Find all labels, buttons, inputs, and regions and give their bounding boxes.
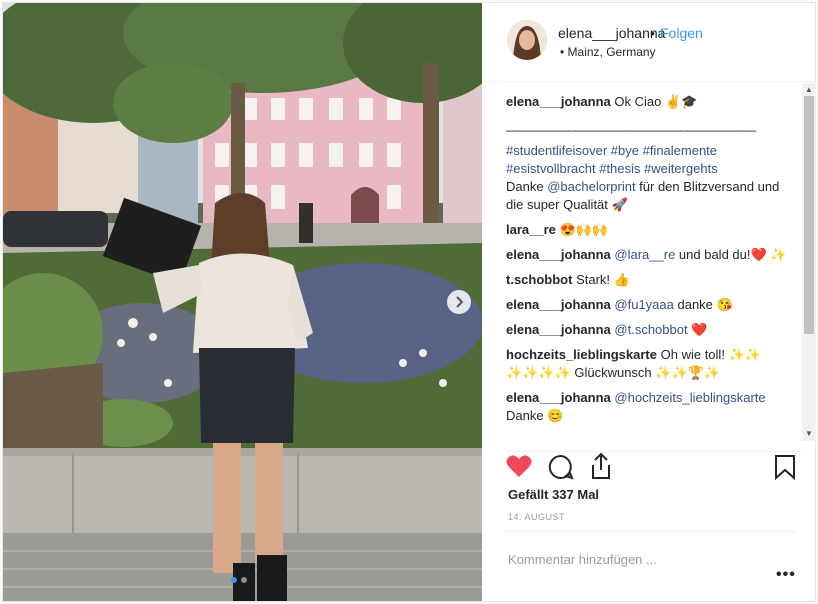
comment: elena___johanna @hochzeits_lieblingskart… xyxy=(506,389,791,425)
comment-text: Danke 😊 xyxy=(506,408,564,423)
hashtag-links[interactable]: #studentlifeisover #bye #finalemente #es… xyxy=(506,143,718,176)
carousel-indicator xyxy=(231,577,247,583)
comment-text: Stark! 👍 xyxy=(576,272,630,287)
mention-link[interactable]: @bachelorprint xyxy=(547,179,635,194)
scroll-up-arrow-icon[interactable]: ▲ xyxy=(805,85,813,94)
post-location[interactable]: • Mainz, Germany xyxy=(560,45,656,59)
comment-text: ❤️ xyxy=(687,322,708,337)
post-sidebar: elena___johanna • Folgen • Mainz, German… xyxy=(482,3,816,601)
comment-username[interactable]: elena___johanna xyxy=(506,297,611,312)
follow-button[interactable]: Folgen xyxy=(660,25,703,41)
comment: elena___johanna @fu1yaaa danke 😘 xyxy=(506,296,791,314)
avatar[interactable] xyxy=(507,20,547,60)
comment-icon[interactable] xyxy=(548,454,574,485)
mention-link[interactable]: @lara__re xyxy=(614,247,675,262)
comment: t.schobbot Stark! 👍 xyxy=(506,271,791,289)
post-date: 14. AUGUST xyxy=(508,512,566,522)
heart-icon[interactable] xyxy=(506,454,532,483)
caption-thanks: Danke @bachelorprint für den Blitzversan… xyxy=(506,178,791,214)
comment-text: Ok Ciao ✌️🎓 xyxy=(614,94,698,109)
bookmark-icon[interactable] xyxy=(774,454,796,485)
comment-text: und bald du!❤️ ✨ xyxy=(675,247,787,262)
add-comment-area: Kommentar hinzufügen ... ••• xyxy=(506,531,796,592)
comment-text: danke 😘 xyxy=(673,297,733,312)
carousel-dot-active xyxy=(231,577,237,583)
comment-username[interactable]: t.schobbot xyxy=(506,272,572,287)
comment-username[interactable]: elena___johanna xyxy=(506,322,611,337)
add-comment-input[interactable]: Kommentar hinzufügen ... xyxy=(508,552,657,567)
caption-divider: ________________________________________ xyxy=(506,117,756,132)
post-header: elena___johanna • Folgen • Mainz, German… xyxy=(482,3,815,82)
comment-username[interactable]: elena___johanna xyxy=(506,247,611,262)
mention-link[interactable]: @t.schobbot xyxy=(614,322,687,337)
action-bar xyxy=(506,451,801,482)
comment-username[interactable]: elena___johanna xyxy=(506,390,611,405)
comments-scrollbar[interactable]: ▲ ▼ xyxy=(802,83,816,441)
comment: elena___johanna @lara__re und bald du!❤️… xyxy=(506,246,791,264)
comments-list: elena___johanna Ok Ciao ✌️🎓 ____________… xyxy=(506,93,791,443)
mention-link[interactable]: @fu1yaaa xyxy=(614,297,673,312)
comment-username[interactable]: lara__re xyxy=(506,222,556,237)
caption: elena___johanna Ok Ciao ✌️🎓 xyxy=(506,93,791,111)
scroll-down-arrow-icon[interactable]: ▼ xyxy=(805,429,813,438)
separator-dot: • xyxy=(650,25,655,41)
scrollbar-thumb[interactable] xyxy=(804,96,814,334)
comment: lara__re 😍🙌🙌 xyxy=(506,221,791,239)
post-dialog: elena___johanna • Folgen • Mainz, German… xyxy=(2,2,816,602)
carousel-dot xyxy=(241,577,247,583)
comment-text: 😍🙌🙌 xyxy=(559,222,609,237)
mention-link[interactable]: @hochzeits_lieblingskarte xyxy=(614,390,765,405)
next-image-button[interactable] xyxy=(447,290,471,314)
comment-text: Danke xyxy=(506,179,548,194)
caption-hashtags: #studentlifeisover #bye #finalemente #es… xyxy=(506,142,791,178)
comment-username[interactable]: hochzeits_lieblingskarte xyxy=(506,347,657,362)
comment-username[interactable]: elena___johanna xyxy=(506,94,611,109)
chevron-right-icon xyxy=(454,296,464,308)
share-icon[interactable] xyxy=(588,452,614,485)
comment: hochzeits_lieblingskarte Oh wie toll! ✨✨… xyxy=(506,346,791,382)
post-photo[interactable] xyxy=(3,3,482,601)
comment: elena___johanna @t.schobbot ❤️ xyxy=(506,321,791,339)
more-options-icon[interactable]: ••• xyxy=(776,566,796,584)
likes-count[interactable]: Gefällt 337 Mal xyxy=(508,487,599,502)
